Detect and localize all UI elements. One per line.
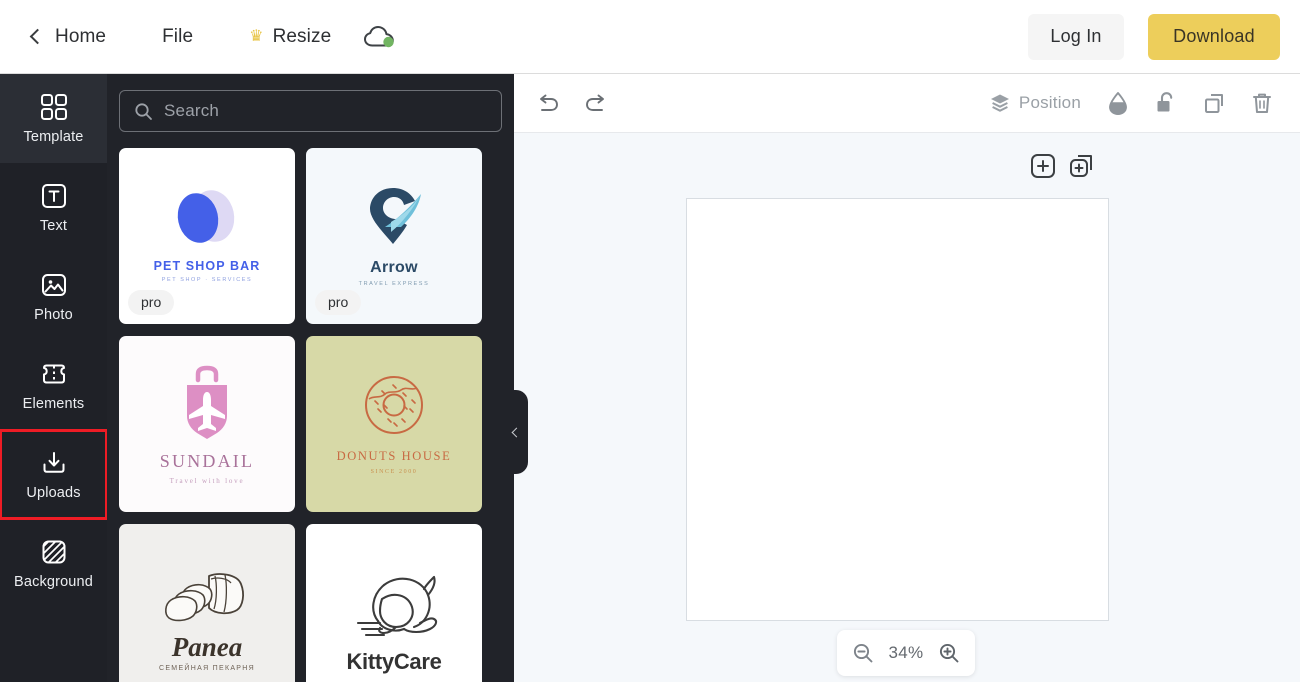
- file-menu-button[interactable]: File: [158, 20, 197, 54]
- template-card-sundail[interactable]: SUNDAIL Travel with love: [119, 336, 295, 512]
- template-tagline-sundail: Travel with love: [169, 477, 245, 485]
- sidebar-item-photo[interactable]: Photo: [0, 252, 107, 341]
- suitcase-plane-logo: [187, 365, 227, 439]
- template-title-panea: Panea: [171, 632, 243, 662]
- duplicate-copy-icon: [1204, 93, 1223, 113]
- undo-arrow-icon: [540, 94, 558, 111]
- pro-badge: pro: [315, 290, 362, 315]
- zoom-in-button[interactable]: [938, 642, 960, 664]
- photo-image-icon: [41, 274, 66, 296]
- add-page-plus-icon: [1031, 154, 1055, 178]
- chevron-left-icon: [29, 28, 46, 45]
- sidebar-item-uploads[interactable]: Uploads: [0, 429, 108, 520]
- resize-button[interactable]: ♛ Resize: [245, 20, 335, 54]
- add-page-button[interactable]: [1030, 153, 1056, 179]
- bread-loaf-logo: [165, 573, 244, 622]
- template-panel: Search PET SHOP BAR PET SHOP · SERVICES …: [107, 74, 608, 682]
- top-nav-right-group: Log In Download: [1028, 13, 1300, 60]
- trash-delete-icon: [1253, 93, 1271, 113]
- login-button[interactable]: Log In: [1028, 13, 1124, 60]
- download-button[interactable]: Download: [1148, 13, 1280, 60]
- elements-shape-icon: [42, 364, 65, 384]
- position-label: Position: [1018, 93, 1081, 112]
- background-hatch-icon: [42, 540, 65, 564]
- template-title-donuts-house: DONUTS HOUSE: [336, 449, 452, 463]
- template-card-arrow[interactable]: Arrow TRAVEL EXPRESS pro: [306, 148, 482, 324]
- template-tagline-arrow: TRAVEL EXPRESS: [358, 280, 430, 287]
- sidebar-label-uploads: Uploads: [26, 485, 81, 501]
- left-tool-rail: Template Text Photo Elements Uploads Bac…: [0, 74, 108, 682]
- donut-logo: [364, 376, 423, 434]
- zoom-out-button[interactable]: [852, 642, 874, 664]
- duplicate-page-button[interactable]: [1069, 153, 1095, 179]
- cat-line-logo: [356, 575, 438, 637]
- arrow-pin-logo: [370, 187, 421, 244]
- zoom-out-icon: [853, 643, 873, 663]
- droplet-transparency-icon: [1109, 92, 1127, 115]
- editor-area: Position 34%: [514, 74, 1300, 682]
- duplicate-page-icon: [1070, 155, 1092, 177]
- chevron-left-icon: [511, 427, 521, 437]
- collapse-panel-handle[interactable]: [501, 390, 528, 474]
- editor-toolbar-left: [514, 88, 611, 118]
- template-grid: PET SHOP BAR PET SHOP · SERVICES pro Arr…: [107, 148, 502, 682]
- search-icon: [135, 102, 152, 120]
- undo-button[interactable]: [533, 88, 563, 118]
- position-button[interactable]: Position: [989, 92, 1081, 114]
- unlock-icon: [1157, 92, 1173, 112]
- page-tools-group: [1030, 153, 1095, 179]
- template-title-arrow: Arrow: [370, 258, 418, 276]
- app-root: Home File ♛ Resize Log In Download Templ…: [0, 0, 1300, 682]
- grid-template-icon: [40, 94, 67, 120]
- template-title-sundail: SUNDAIL: [159, 451, 255, 471]
- sidebar-item-template[interactable]: Template: [0, 74, 107, 163]
- delete-button[interactable]: [1247, 88, 1277, 118]
- cloud-sync-icon[interactable]: [363, 25, 397, 49]
- zoom-control-bar: 34%: [837, 630, 975, 676]
- search-bar-container: Search: [107, 74, 514, 132]
- top-nav-left-group: Home File ♛ Resize: [0, 20, 397, 54]
- template-card-pet-shop-bar[interactable]: PET SHOP BAR PET SHOP · SERVICES pro: [119, 148, 295, 324]
- sidebar-item-background[interactable]: Background: [0, 519, 107, 608]
- sidebar-label-elements: Elements: [22, 396, 85, 412]
- transparency-button[interactable]: [1103, 88, 1133, 118]
- home-nav-button[interactable]: Home: [28, 20, 110, 54]
- sidebar-label-template: Template: [23, 129, 84, 145]
- upload-download-icon: [43, 452, 64, 473]
- template-title-pet-shop-bar: PET SHOP BAR: [153, 258, 261, 273]
- lock-button[interactable]: [1151, 88, 1181, 118]
- zoom-level-value: 34%: [888, 643, 924, 662]
- redo-arrow-icon: [586, 94, 604, 111]
- template-tagline-panea: СЕМЕЙНАЯ ПЕКАРНЯ: [158, 665, 255, 672]
- zoom-in-icon: [939, 643, 959, 663]
- template-tagline-donuts-house: SINCE 2000: [370, 469, 418, 475]
- home-label: Home: [55, 25, 107, 47]
- file-label: File: [162, 25, 194, 47]
- top-navigation-bar: Home File ♛ Resize Log In Download: [0, 0, 1300, 74]
- template-card-kittycare[interactable]: KittyCare: [306, 524, 482, 682]
- layers-icon: [990, 94, 1009, 112]
- sidebar-label-photo: Photo: [34, 307, 73, 323]
- design-canvas[interactable]: [686, 198, 1109, 621]
- sidebar-label-text: Text: [39, 218, 68, 234]
- template-tagline-pet-shop-bar: PET SHOP · SERVICES: [161, 276, 253, 283]
- duplicate-button[interactable]: [1199, 88, 1229, 118]
- crown-premium-icon: ♛: [249, 27, 264, 45]
- search-placeholder: Search: [164, 101, 220, 120]
- editor-toolbar-right: Position: [989, 88, 1300, 118]
- template-card-donuts-house[interactable]: DONUTS HOUSE SINCE 2000: [306, 336, 482, 512]
- pro-badge: pro: [128, 290, 175, 315]
- template-title-kittycare: KittyCare: [346, 649, 442, 674]
- sidebar-item-text[interactable]: Text: [0, 163, 107, 252]
- pet-heart-logo: [177, 189, 235, 243]
- search-input[interactable]: Search: [119, 90, 502, 132]
- sidebar-item-elements[interactable]: Elements: [0, 341, 107, 430]
- resize-label: Resize: [272, 25, 332, 47]
- sidebar-label-background: Background: [14, 574, 93, 590]
- redo-button[interactable]: [581, 88, 611, 118]
- template-card-panea[interactable]: Panea СЕМЕЙНАЯ ПЕКАРНЯ pro: [119, 524, 295, 682]
- text-box-icon: [41, 184, 66, 208]
- editor-toolbar: Position: [514, 74, 1300, 133]
